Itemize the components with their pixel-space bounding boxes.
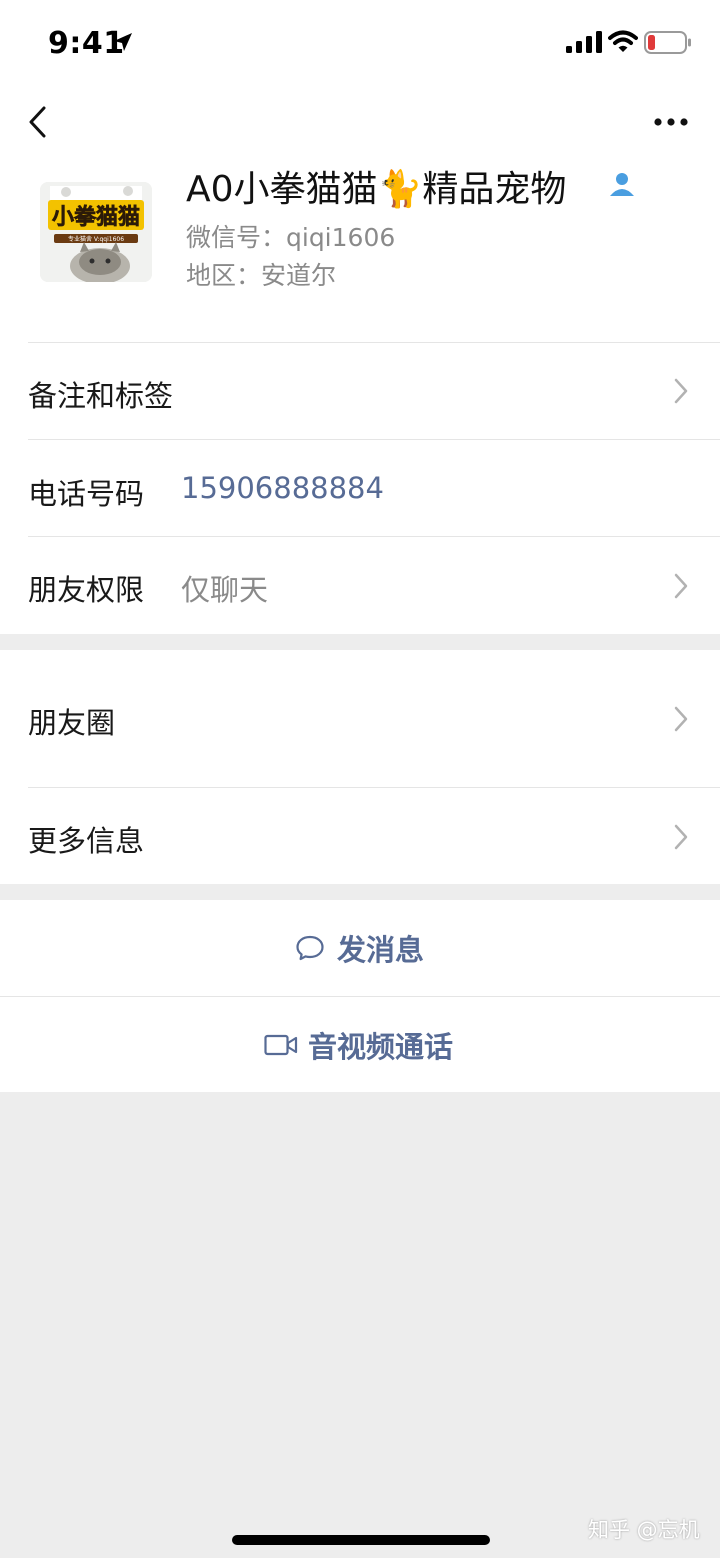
av-call-button[interactable]: 音视频通话 [0, 997, 720, 1093]
friend-permission-row[interactable]: 朋友权限 仅聊天 [0, 537, 720, 634]
contact-person-icon [610, 173, 634, 196]
region: 地区：安道尔 [186, 261, 337, 290]
send-message-label: 发消息 [337, 933, 425, 967]
av-call-label: 音视频通话 [308, 1030, 454, 1064]
chevron-right-icon [674, 824, 688, 850]
friend-permission-value: 仅聊天 [181, 573, 269, 607]
chevron-right-icon [674, 706, 688, 732]
send-message-button[interactable]: 发消息 [0, 900, 720, 996]
chevron-right-icon [674, 378, 688, 404]
phone-label: 电话号码 [28, 477, 145, 511]
remarks-tags-row[interactable]: 备注和标签 [0, 343, 720, 439]
back-button[interactable] [22, 100, 56, 144]
chevron-right-icon [674, 573, 688, 599]
moments-row[interactable]: 朋友圈 [0, 650, 720, 787]
wechat-id: 微信号：qiqi1606 [186, 223, 396, 252]
video-camera-icon [264, 1034, 298, 1056]
phone-number[interactable]: 15906888884 [181, 471, 384, 505]
home-indicator[interactable] [232, 1535, 490, 1545]
friend-permission-label: 朋友权限 [28, 573, 145, 607]
remarks-tags-label: 备注和标签 [28, 379, 174, 413]
phone-row[interactable]: 电话号码 15906888884 [0, 440, 720, 536]
details-section: 朋友圈 更多信息 [0, 650, 720, 884]
wifi-icon [608, 30, 638, 52]
cellular-signal-icon [566, 31, 602, 53]
watermark: 知乎 @忘机 [588, 1518, 700, 1542]
more-button[interactable] [650, 106, 692, 138]
avatar-image: 小拳猫猫 专业猫舍 V:qqi1606 [40, 182, 152, 282]
chat-bubble-icon [296, 935, 324, 961]
svg-text:专业猫舍 V:qqi1606: 专业猫舍 V:qqi1606 [68, 235, 124, 243]
svg-text:小拳猫猫: 小拳猫猫 [52, 204, 140, 230]
more-info-label: 更多信息 [28, 824, 145, 858]
more-dots-icon [654, 118, 688, 126]
more-info-row[interactable]: 更多信息 [0, 788, 720, 884]
location-arrow-icon [114, 33, 132, 51]
avatar[interactable]: 小拳猫猫 专业猫舍 V:qqi1606 [40, 182, 152, 282]
status-bar: 9:41 [0, 0, 720, 88]
chevron-left-icon [29, 106, 46, 138]
moments-label: 朋友圈 [28, 706, 116, 740]
battery-low-icon [644, 31, 691, 54]
profile-name: A0小拳猫猫🐈精品宠物 [186, 169, 567, 210]
actions-section: 发消息 音视频通话 [0, 900, 720, 1092]
